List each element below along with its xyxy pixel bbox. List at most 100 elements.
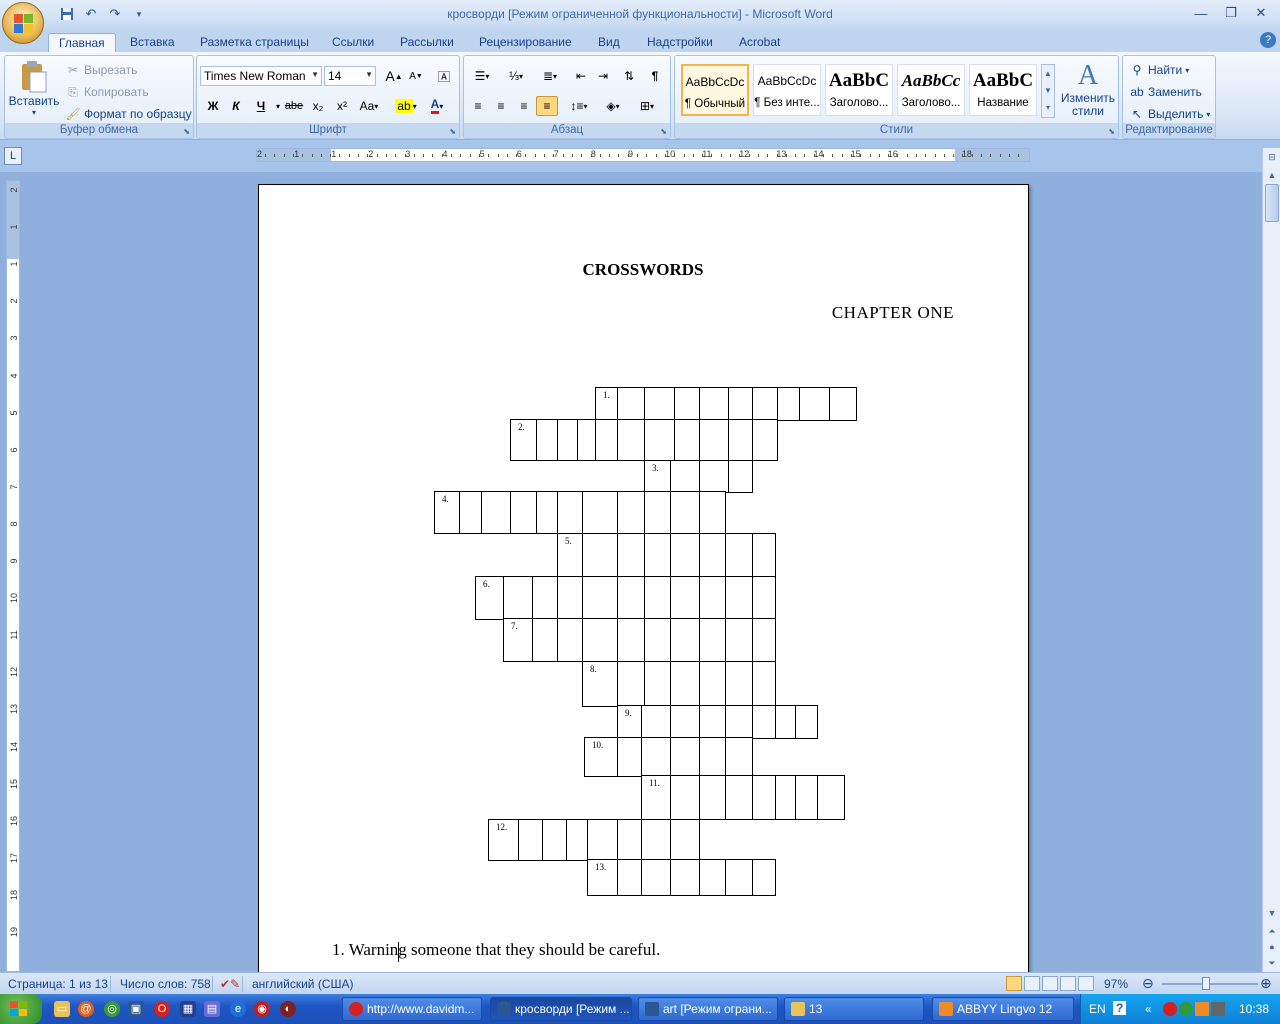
restore-icon[interactable]: ❐ xyxy=(1218,3,1244,23)
office-button[interactable] xyxy=(2,2,44,44)
language-indicator[interactable]: EN xyxy=(1089,1002,1106,1016)
app-icon[interactable]: ▤ xyxy=(204,1001,220,1017)
style-no-spacing[interactable]: AaBbCcDc ¶ Без инте... xyxy=(753,64,821,116)
italic-button[interactable]: К xyxy=(225,96,247,116)
style-title[interactable]: AaBbC Название xyxy=(969,64,1037,116)
dialog-launcher-icon[interactable]: ⬊ xyxy=(1108,127,1115,136)
zoom-level[interactable]: 97% xyxy=(1104,977,1128,991)
tab-view[interactable]: Вид xyxy=(588,33,630,52)
app-icon[interactable]: ▣ xyxy=(128,1001,144,1017)
word-count[interactable]: Число слов: 758 xyxy=(120,977,211,991)
ruler-view-icon[interactable]: ⊟ xyxy=(1265,150,1279,164)
zoom-slider[interactable] xyxy=(1162,983,1258,985)
expand-tray-icon[interactable]: « xyxy=(1145,1002,1152,1016)
dialog-launcher-icon[interactable]: ⬊ xyxy=(449,127,456,136)
bullets-icon[interactable]: ☰ ▾ xyxy=(467,66,497,86)
app-icon[interactable]: ▦ xyxy=(180,1001,196,1017)
globe-icon[interactable]: ◎ xyxy=(104,1001,120,1017)
close-icon[interactable]: ✕ xyxy=(1248,3,1274,23)
superscript-button[interactable]: x² xyxy=(331,96,353,116)
tab-review[interactable]: Рецензирование xyxy=(469,33,582,52)
clock[interactable]: 10:38 xyxy=(1239,1002,1269,1016)
format-painter-button[interactable]: 🖌 Формат по образцу xyxy=(65,106,191,122)
tab-addins[interactable]: Надстройки xyxy=(637,33,723,52)
cut-button[interactable]: ✂ Вырезать xyxy=(65,62,137,78)
tab-references[interactable]: Ссылки xyxy=(322,33,384,52)
bold-button[interactable]: Ж xyxy=(202,96,224,116)
font-name-combo[interactable]: Times New Roman ▼ xyxy=(200,66,322,86)
find-button[interactable]: ⚲ Найти ▾ xyxy=(1129,62,1190,78)
tab-mailings[interactable]: Рассылки xyxy=(390,33,464,52)
clear-formatting-icon[interactable]: 🄰 xyxy=(433,66,455,86)
multilevel-list-icon[interactable]: ≣ ▾ xyxy=(535,66,565,86)
horizontal-ruler[interactable]: 2 1 1 2 3 4 5 6 7 8 9 10 11 12 13 14 15 16 18 xyxy=(256,148,1030,162)
ie-icon[interactable]: e xyxy=(230,1001,246,1017)
browse-object-icon[interactable]: ● xyxy=(1265,940,1279,954)
tray-app-icon[interactable] xyxy=(1195,1002,1209,1016)
styles-scroll[interactable]: ▲ ▼ ▾ xyxy=(1041,64,1055,118)
shrink-font-button[interactable]: A ▼ xyxy=(405,66,427,86)
draft-icon[interactable] xyxy=(1078,976,1094,991)
strikethrough-button[interactable]: abe xyxy=(283,96,305,116)
tray-app-icon[interactable] xyxy=(1163,1002,1177,1016)
opera-icon[interactable]: O xyxy=(154,1001,170,1017)
subscript-button[interactable]: x₂ xyxy=(307,96,329,116)
align-right-icon[interactable]: ≡ xyxy=(513,96,535,116)
page-count[interactable]: Страница: 1 из 13 xyxy=(8,977,108,991)
spelling-check-icon[interactable]: ✔✎ xyxy=(220,977,240,991)
language-status[interactable]: английский (США) xyxy=(252,977,353,991)
change-case-button[interactable]: Aa ▾ xyxy=(355,96,383,116)
tab-acrobat[interactable]: Acrobat xyxy=(729,33,790,52)
volume-icon[interactable] xyxy=(1211,1002,1225,1016)
sort-icon[interactable]: ⇅ xyxy=(618,66,640,86)
style-heading-1[interactable]: AaBbC Заголово... xyxy=(825,64,893,116)
align-center-icon[interactable]: ≡ xyxy=(490,96,512,116)
style-heading-2[interactable]: AaBbCc Заголово... xyxy=(897,64,965,116)
taskbar-item[interactable]: ABBYY Lingvo 12 xyxy=(932,997,1074,1021)
tab-page-layout[interactable]: Разметка страницы xyxy=(190,33,319,52)
next-page-icon[interactable]: ⏷ xyxy=(1265,956,1279,970)
pilcrow-icon[interactable]: ¶ xyxy=(644,66,666,86)
app-icon[interactable]: ◉ xyxy=(254,1001,270,1017)
taskbar-item[interactable]: art [Режим ограни... xyxy=(638,997,778,1021)
style-normal[interactable]: AaBbCcDc ¶ Обычный xyxy=(681,64,749,116)
help-icon[interactable]: ? xyxy=(1260,32,1276,48)
taskbar-item[interactable]: 13 xyxy=(784,997,924,1021)
vertical-scrollbar[interactable]: ⊟ ▲ ▼ ⏶ ● ⏷ xyxy=(1262,148,1280,972)
dialog-launcher-icon[interactable]: ⬊ xyxy=(183,127,190,136)
mail-icon[interactable]: @ xyxy=(78,1001,94,1017)
tab-home[interactable]: Главная xyxy=(48,33,116,52)
web-layout-icon[interactable] xyxy=(1042,976,1058,991)
scroll-down-icon[interactable]: ▼ xyxy=(1265,906,1279,920)
grow-font-button[interactable]: A ▲ xyxy=(383,66,405,86)
replace-button[interactable]: ab Заменить xyxy=(1129,84,1202,100)
highlight-button[interactable]: ab ▾ xyxy=(391,96,421,116)
outline-icon[interactable] xyxy=(1060,976,1076,991)
zoom-in-icon[interactable]: ⊕ xyxy=(1260,975,1272,992)
justify-icon[interactable]: ≡ xyxy=(536,96,558,116)
show-desktop-icon[interactable]: ▭ xyxy=(54,1001,70,1017)
change-styles-button[interactable]: A Изменить стили xyxy=(1059,60,1117,118)
font-color-button[interactable]: A ▾ xyxy=(423,96,451,116)
scroll-up-icon[interactable]: ▲ xyxy=(1265,168,1279,182)
app-icon[interactable]: ◐ xyxy=(280,1001,296,1017)
prev-page-icon[interactable]: ⏶ xyxy=(1265,924,1279,938)
document-page[interactable]: CROSSWORDS CHAPTER ONE 1. 2. 3. 4. 5. 6. 7. 8. 9… xyxy=(258,184,1029,972)
dialog-launcher-icon[interactable]: ⬊ xyxy=(660,127,667,136)
vertical-ruler[interactable]: 2 1 1 2 3 4 5 6 7 8 9 10 11 12 13 14 15 16 17 18 19 xyxy=(6,180,20,972)
select-button[interactable]: ↖ Выделить ▾ xyxy=(1129,106,1210,122)
tab-insert[interactable]: Вставка xyxy=(120,33,185,52)
zoom-slider-knob[interactable] xyxy=(1202,977,1210,990)
shading-icon[interactable]: ◈ ▾ xyxy=(598,96,628,116)
scroll-thumb[interactable] xyxy=(1265,184,1279,222)
tray-app-icon[interactable] xyxy=(1179,1002,1193,1016)
numbering-icon[interactable]: ⅓ ▾ xyxy=(501,66,531,86)
paste-button[interactable]: Вставить ▾ xyxy=(9,60,59,120)
taskbar-item[interactable]: http://www.davidm... xyxy=(342,997,482,1021)
minimize-icon[interactable]: — xyxy=(1188,3,1214,23)
full-screen-reading-icon[interactable] xyxy=(1024,976,1040,991)
ruler-toggle-icon[interactable]: L xyxy=(4,147,22,165)
print-layout-icon[interactable] xyxy=(1006,976,1022,991)
line-spacing-icon[interactable]: ↕≡ ▾ xyxy=(564,96,594,116)
font-size-combo[interactable]: 14 ▼ xyxy=(324,66,376,86)
